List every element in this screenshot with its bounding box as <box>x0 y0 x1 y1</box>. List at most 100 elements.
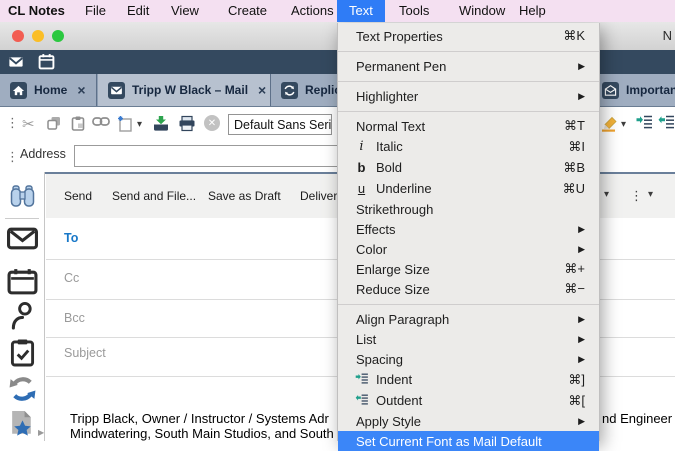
menubar-item-help[interactable]: Help <box>519 0 546 22</box>
close-tab-icon[interactable]: × <box>258 82 266 98</box>
menu-item-label: Indent <box>376 372 560 387</box>
sidebar-replication-icon[interactable] <box>0 374 45 404</box>
cut-icon[interactable]: ✂ <box>22 115 35 133</box>
submenu-arrow-icon: ▶ <box>578 334 585 345</box>
menu-item-normal-text[interactable]: Normal Text ⌘T <box>338 116 599 136</box>
print-icon[interactable] <box>178 115 196 132</box>
copy-icon[interactable] <box>46 115 62 131</box>
menubar-item-tools[interactable]: Tools <box>399 0 429 22</box>
close-tab-icon[interactable]: × <box>77 82 85 98</box>
send-button[interactable]: Send <box>64 174 92 218</box>
menu-item-indent[interactable]: Indent ⌘] <box>338 369 599 390</box>
menubar-item-file[interactable]: File <box>85 0 106 22</box>
actionbar-overflow-icon[interactable]: ⋮ <box>630 188 643 204</box>
new-document-icon[interactable] <box>116 115 133 132</box>
menubar-item-actions[interactable]: Actions <box>291 0 334 22</box>
actionbar-dropdown-icon[interactable]: ▾ <box>648 189 653 200</box>
signature-line1: Tripp Black, Owner / Instructor / System… <box>70 411 329 426</box>
menu-item-outdent[interactable]: Outdent ⌘[ <box>338 390 599 411</box>
menu-item-label: Color <box>356 242 570 257</box>
menu-item-label: Bold <box>376 160 555 175</box>
toolbar-drag-handle-icon[interactable]: ⋮ <box>6 115 19 131</box>
stop-x-glyph: ✕ <box>204 115 220 131</box>
download-tray-icon[interactable] <box>152 115 170 132</box>
menu-item-enlarge-size[interactable]: Enlarge Size ⌘+ <box>338 259 599 279</box>
indent-icon[interactable] <box>636 115 653 129</box>
menu-item-spacing[interactable]: Spacing ▶ <box>338 349 599 369</box>
menu-item-align-paragraph[interactable]: Align Paragraph ▶ <box>338 309 599 329</box>
menu-item-reduce-size[interactable]: Reduce Size ⌘− <box>338 279 599 299</box>
menubar-item-create[interactable]: Create <box>228 0 267 22</box>
submenu-arrow-icon: ▶ <box>578 354 585 365</box>
menu-item-apply-style[interactable]: Apply Style ▶ <box>338 411 599 431</box>
menu-separator <box>338 299 599 309</box>
sidebar-todo-icon[interactable] <box>0 338 45 367</box>
highlighter-icon[interactable] <box>600 115 618 132</box>
tab-label: Tripp W Black – Mail <box>132 83 248 97</box>
menubar-item-view[interactable]: View <box>171 0 199 22</box>
menu-item-label: Spacing <box>356 352 570 367</box>
tab-mail-tripp-black[interactable]: Tripp W Black – Mail × <box>98 74 271 106</box>
menu-item-label: Enlarge Size <box>356 262 556 277</box>
save-as-draft-button[interactable]: Save as Draft <box>208 174 281 218</box>
menubar-item-text[interactable]: Text <box>337 0 385 22</box>
menu-item-italic[interactable]: i Italic ⌘I <box>338 136 599 157</box>
menu-shortcut: ⌘B <box>563 160 585 176</box>
address-drag-handle-icon[interactable]: ⋮ <box>6 149 19 165</box>
sidebar-contacts-icon[interactable] <box>0 300 45 331</box>
menu-item-text-properties[interactable]: Text Properties ⌘K <box>338 26 599 46</box>
menu-item-label: Align Paragraph <box>356 312 570 327</box>
paste-icon[interactable] <box>70 115 86 131</box>
tab-label: Replic <box>305 83 341 97</box>
actionbar-dropdown-icon[interactable]: ▾ <box>604 189 609 200</box>
sidebar-divider <box>5 218 39 219</box>
menubar-item-edit[interactable]: Edit <box>127 0 149 22</box>
menubar-item-app[interactable]: CL Notes <box>8 0 65 22</box>
menu-separator <box>338 106 599 116</box>
address-label: Address <box>20 147 66 161</box>
outdent-icon[interactable] <box>658 115 675 129</box>
tab-important[interactable]: Important t <box>592 74 675 106</box>
bcc-field-label[interactable]: Bcc <box>64 311 85 325</box>
link-icon[interactable] <box>92 115 110 128</box>
indent-icon <box>352 372 371 387</box>
send-and-file-button[interactable]: Send and File... <box>112 174 196 218</box>
menu-item-label: Apply Style <box>356 414 570 429</box>
sidebar-expander-icon[interactable]: ▶ <box>38 428 44 437</box>
sync-icon <box>281 82 298 99</box>
maximize-window-button[interactable] <box>52 30 64 42</box>
menu-item-underline[interactable]: u Underline ⌘U <box>338 178 599 199</box>
subject-field-label[interactable]: Subject <box>64 346 106 360</box>
home-icon <box>10 82 27 99</box>
submenu-arrow-icon: ▶ <box>578 224 585 235</box>
tab-home[interactable]: Home × <box>0 74 97 106</box>
to-field-label[interactable]: To <box>64 231 78 245</box>
stop-icon[interactable]: ✕ <box>204 115 220 131</box>
menu-item-strikethrough[interactable]: Strikethrough <box>338 199 599 219</box>
mail-icon[interactable] <box>8 54 24 75</box>
menu-item-label: Strikethrough <box>356 202 585 217</box>
sidebar-calendar-icon[interactable] <box>0 268 45 295</box>
menu-item-highlighter[interactable]: Highlighter ▶ <box>338 86 599 106</box>
menu-item-permanent-pen[interactable]: Permanent Pen ▶ <box>338 56 599 76</box>
sidebar-mail-icon[interactable] <box>0 226 45 251</box>
font-select[interactable]: Default Sans Serif <box>228 114 332 135</box>
bold-icon: b <box>352 160 371 175</box>
calendar-icon[interactable] <box>38 53 55 75</box>
menubar-item-window[interactable]: Window <box>459 0 505 22</box>
macos-menu-bar: CL Notes File Edit View Create Actions T… <box>0 0 675 22</box>
menu-shortcut: ⌘K <box>563 28 585 44</box>
highlighter-dropdown-icon[interactable]: ▾ <box>621 119 626 130</box>
search-binoculars-icon[interactable] <box>0 184 45 209</box>
menu-item-label: Reduce Size <box>356 282 556 297</box>
signature-line1-fragment: nd Engineer <box>602 411 672 426</box>
close-window-button[interactable] <box>12 30 24 42</box>
menu-item-bold[interactable]: b Bold ⌘B <box>338 157 599 178</box>
menu-item-set-current-font-as-mail-default[interactable]: Set Current Font as Mail Default <box>338 431 599 451</box>
cc-field-label[interactable]: Cc <box>64 271 79 285</box>
new-document-dropdown-icon[interactable]: ▾ <box>137 119 142 130</box>
minimize-window-button[interactable] <box>32 30 44 42</box>
menu-item-effects[interactable]: Effects ▶ <box>338 219 599 239</box>
menu-item-list[interactable]: List ▶ <box>338 329 599 349</box>
menu-item-color[interactable]: Color ▶ <box>338 239 599 259</box>
